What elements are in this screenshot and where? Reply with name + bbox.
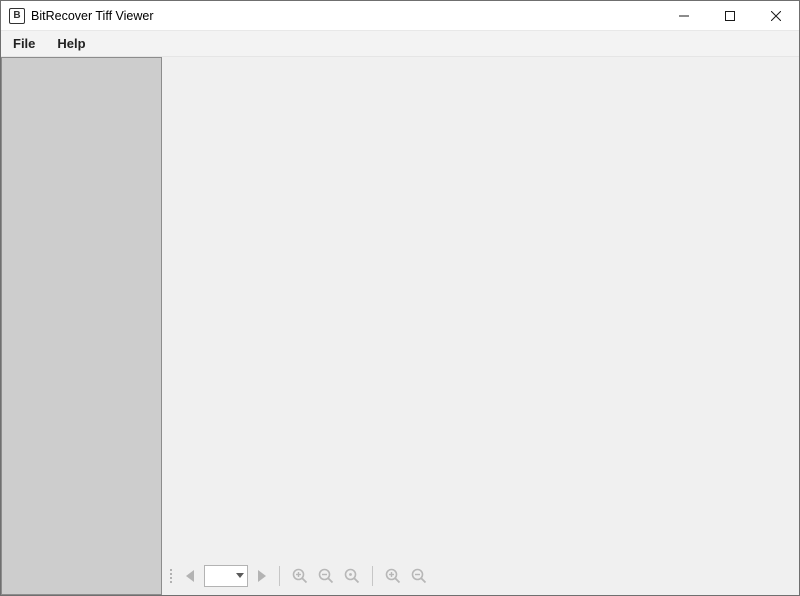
zoom-in-icon bbox=[385, 568, 401, 584]
zoom-out-button-2[interactable] bbox=[408, 565, 430, 587]
zoom-out-icon bbox=[411, 568, 427, 584]
zoom-fit-button[interactable] bbox=[341, 565, 363, 587]
close-icon bbox=[771, 11, 781, 21]
page-select[interactable] bbox=[204, 565, 248, 587]
maximize-button[interactable] bbox=[707, 1, 753, 31]
minimize-icon bbox=[679, 11, 689, 21]
image-canvas[interactable] bbox=[162, 57, 799, 561]
footer-toolbar bbox=[162, 561, 799, 595]
next-page-icon bbox=[256, 570, 266, 582]
zoom-out-button[interactable] bbox=[315, 565, 337, 587]
minimize-button[interactable] bbox=[661, 1, 707, 31]
toolbar-separator bbox=[279, 566, 280, 586]
zoom-out-icon bbox=[318, 568, 334, 584]
app-icon: B bbox=[9, 8, 25, 24]
previous-page-icon bbox=[186, 570, 196, 582]
zoom-in-button[interactable] bbox=[289, 565, 311, 587]
chevron-down-icon bbox=[236, 573, 244, 579]
app-window: B BitRecover Tiff Viewer File Help bbox=[0, 0, 800, 596]
menu-file[interactable]: File bbox=[9, 34, 39, 53]
menubar: File Help bbox=[1, 31, 799, 57]
titlebar: B BitRecover Tiff Viewer bbox=[1, 1, 799, 31]
toolbar-gripper[interactable] bbox=[168, 569, 174, 583]
window-title: BitRecover Tiff Viewer bbox=[31, 9, 154, 23]
zoom-fit-icon bbox=[344, 568, 360, 584]
menu-help[interactable]: Help bbox=[53, 34, 89, 53]
client-area bbox=[1, 57, 799, 595]
zoom-in-icon bbox=[292, 568, 308, 584]
close-button[interactable] bbox=[753, 1, 799, 31]
toolbar-separator bbox=[372, 566, 373, 586]
thumbnail-panel[interactable] bbox=[1, 57, 162, 595]
viewer-area bbox=[162, 57, 799, 595]
prev-page-button[interactable] bbox=[182, 565, 200, 587]
maximize-icon bbox=[725, 11, 735, 21]
next-page-button[interactable] bbox=[252, 565, 270, 587]
zoom-in-button-2[interactable] bbox=[382, 565, 404, 587]
